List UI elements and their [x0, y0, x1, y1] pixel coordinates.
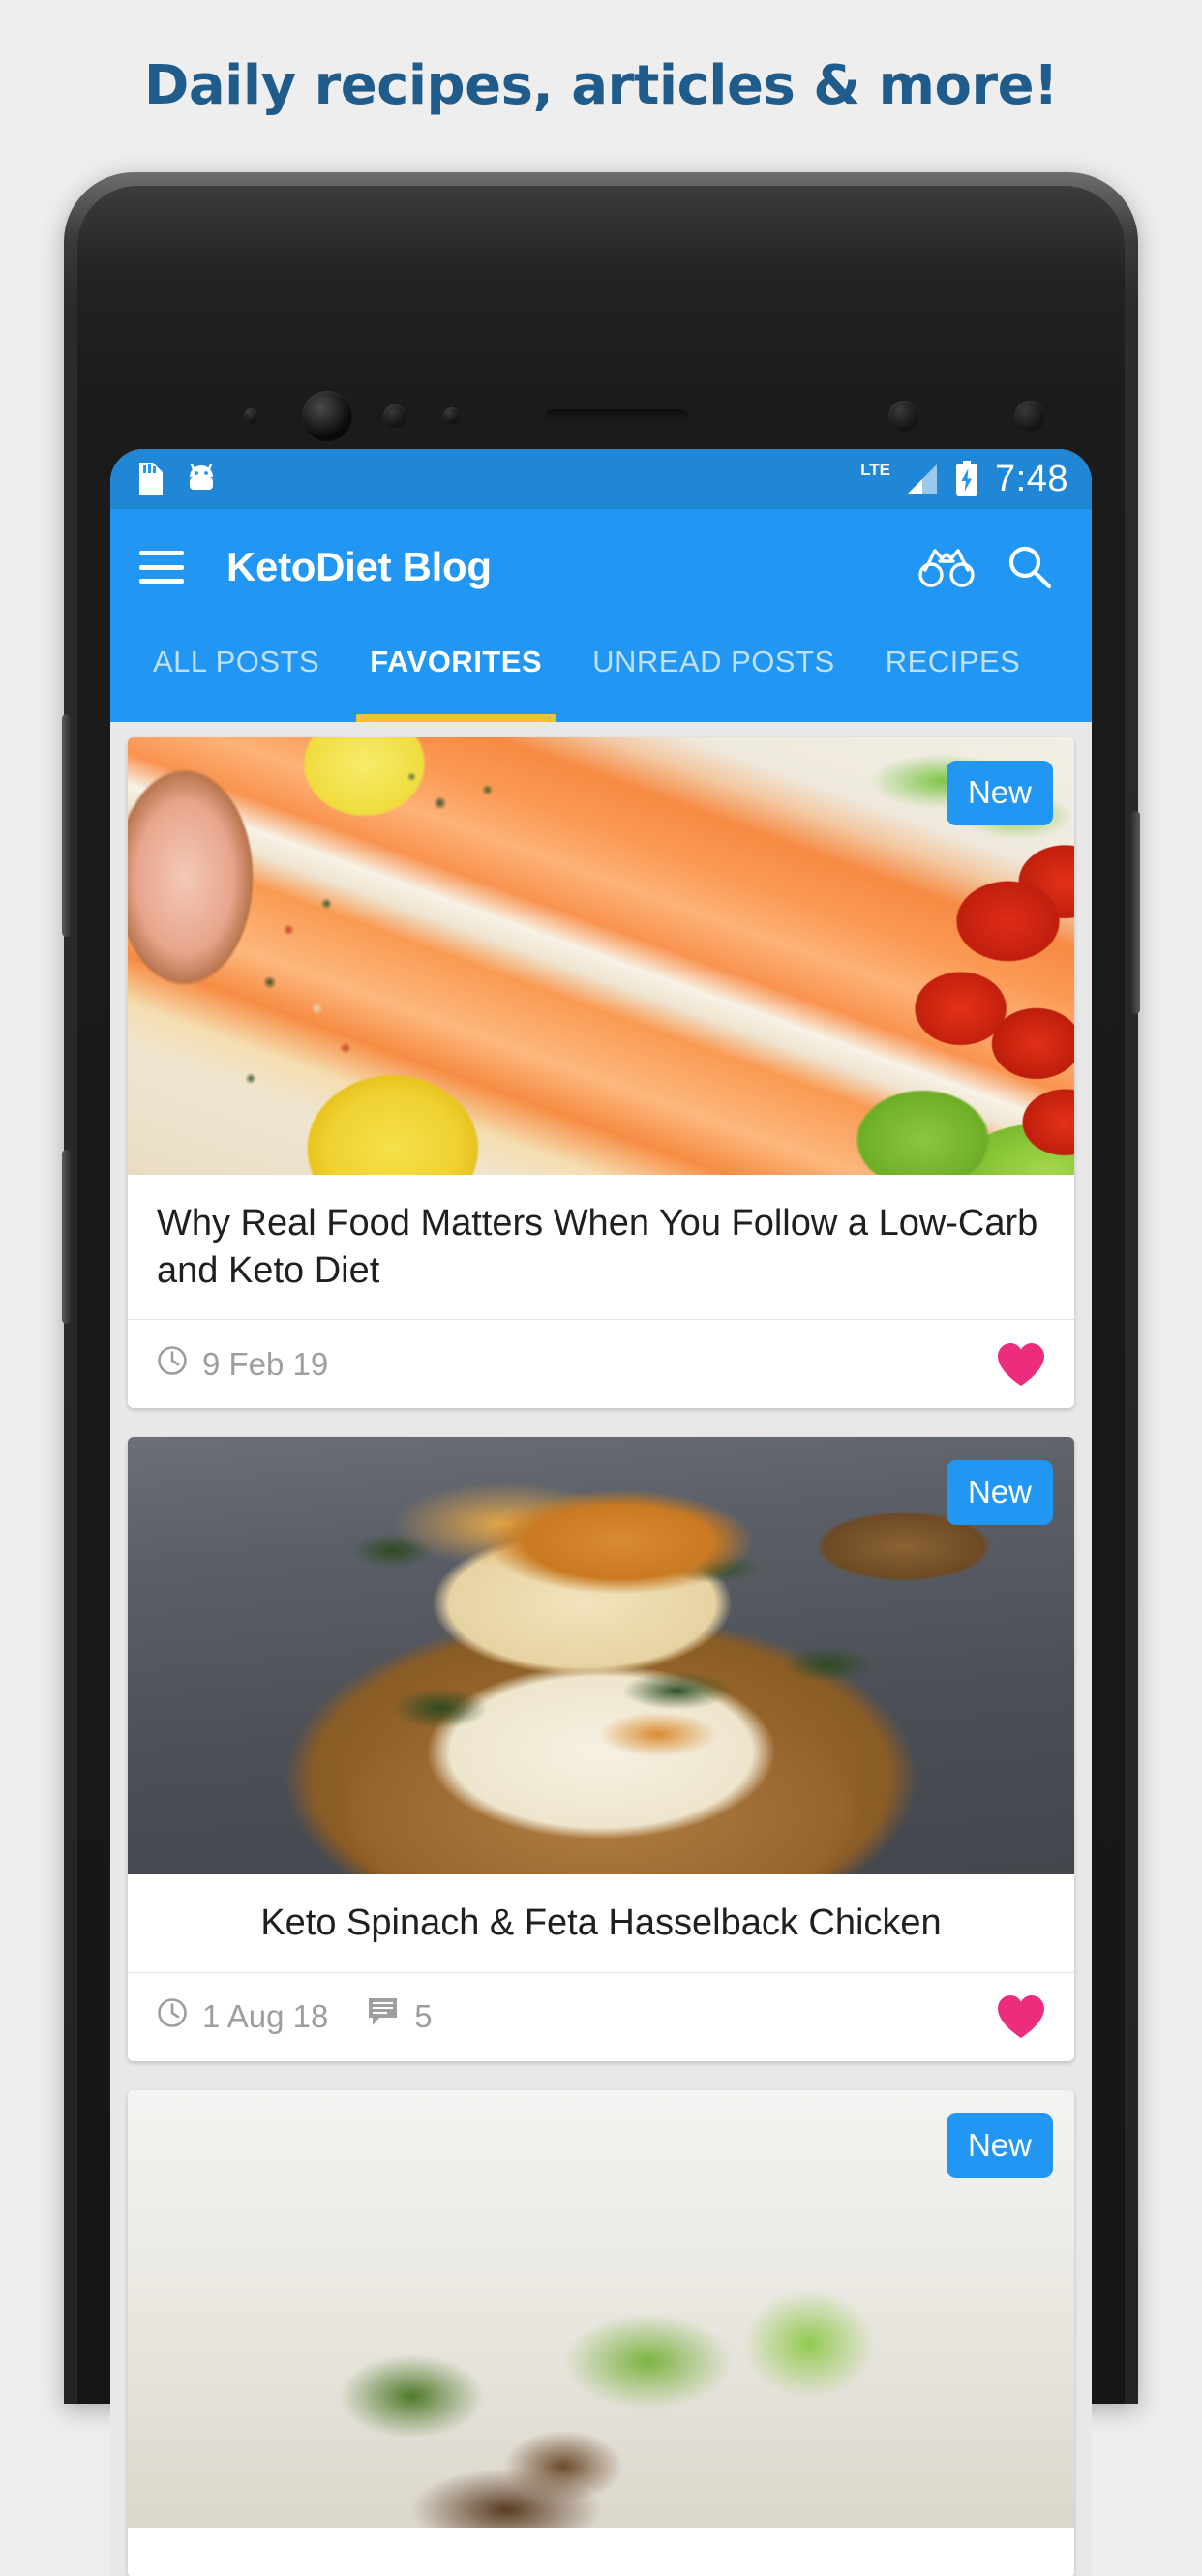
leafy-greens-image — [128, 2089, 1074, 2528]
post-footer: 1 Aug 18 5 — [128, 1971, 1074, 2061]
tab-favorites[interactable]: FAVORITES — [345, 625, 567, 722]
post-date-label: 1 Aug 18 — [202, 1998, 329, 2035]
phone-sensor-cluster — [64, 387, 1138, 441]
tab-unread-posts[interactable]: UNREAD POSTS — [567, 625, 860, 722]
post-list[interactable]: New Why Real Food Matters When You Follo… — [110, 722, 1092, 2576]
status-bar-left-icons — [135, 463, 217, 495]
post-date-label: 9 Feb 19 — [202, 1345, 329, 1382]
status-bar-clock: 7:48 — [995, 459, 1068, 499]
list-item[interactable]: New Keto Spinach & Feta Hasselback Chick… — [128, 1437, 1074, 2061]
sensor-dot-right-b-icon — [1014, 401, 1045, 432]
app-title: KetoDiet Blog — [226, 544, 492, 589]
app-bar: KetoDiet Blog — [110, 509, 1092, 625]
post-image[interactable]: New — [128, 2089, 1074, 2528]
status-badge: New — [946, 1460, 1053, 1526]
post-image[interactable]: New — [128, 1437, 1074, 1875]
iris-sensor-icon — [383, 404, 406, 428]
tab-recipes[interactable]: RECIPES — [860, 625, 1046, 722]
tab-all-posts[interactable]: ALL POSTS — [128, 625, 345, 722]
clock-icon — [155, 1343, 190, 1386]
status-badge: New — [946, 2112, 1053, 2178]
favorite-heart-icon[interactable] — [995, 1341, 1047, 1388]
light-sensor-icon — [443, 407, 460, 424]
earpiece-speaker-icon — [544, 408, 689, 425]
post-title: Keto Spinach & Feta Hasselback Chicken — [260, 1902, 942, 1944]
status-bar-right-icons: LTE 7:48 — [860, 461, 1068, 497]
front-camera-icon — [302, 391, 352, 441]
post-date: 1 Aug 18 — [155, 1995, 328, 2038]
proximity-sensor-icon — [244, 408, 258, 423]
signal-bars-icon — [902, 463, 939, 495]
post-comments-count: 5 — [414, 1998, 433, 2035]
battery-charging-icon — [954, 461, 979, 497]
status-bar: LTE 7:48 — [110, 449, 1092, 509]
post-date: 9 Feb 19 — [155, 1343, 328, 1386]
list-item[interactable]: New Why Real Food Matters When You Follo… — [128, 737, 1074, 1409]
volume-button[interactable] — [62, 714, 71, 937]
hasselback-chicken-image — [128, 1437, 1074, 1875]
sim-card-icon — [135, 463, 163, 495]
binoculars-icon[interactable] — [914, 534, 979, 600]
post-image[interactable]: New — [128, 737, 1074, 1175]
list-item[interactable]: New — [128, 2089, 1074, 2576]
sensor-dot-right-a-icon — [888, 401, 919, 432]
post-title: Why Real Food Matters When You Follow a … — [157, 1203, 1038, 1291]
clock-icon — [155, 1995, 190, 2038]
comment-icon — [367, 1996, 402, 2037]
tab-bar: ALL POSTS FAVORITES UNREAD POSTS RECIPES — [110, 625, 1092, 722]
status-badge: New — [946, 761, 1053, 825]
hamburger-menu-icon[interactable] — [139, 551, 184, 584]
power-button[interactable] — [1131, 811, 1140, 1014]
post-comments: 5 — [367, 1996, 433, 2037]
post-title — [128, 2528, 1074, 2576]
salmon-steaks-image — [128, 737, 1074, 1175]
lte-label: LTE — [860, 460, 891, 479]
promo-headline: Daily recipes, articles & more! — [143, 54, 1059, 117]
search-icon[interactable] — [997, 534, 1063, 600]
phone-device-frame: LTE 7:48 KetoDiet Blog ALL POSTS FAVORIT… — [62, 172, 1140, 2576]
post-footer: 9 Feb 19 — [128, 1319, 1074, 1408]
phone-screen: LTE 7:48 KetoDiet Blog ALL POSTS FAVORIT… — [110, 449, 1092, 2576]
favorite-heart-icon[interactable] — [995, 1993, 1047, 2040]
assistant-button[interactable] — [62, 1150, 71, 1324]
android-robot-icon — [186, 464, 217, 494]
